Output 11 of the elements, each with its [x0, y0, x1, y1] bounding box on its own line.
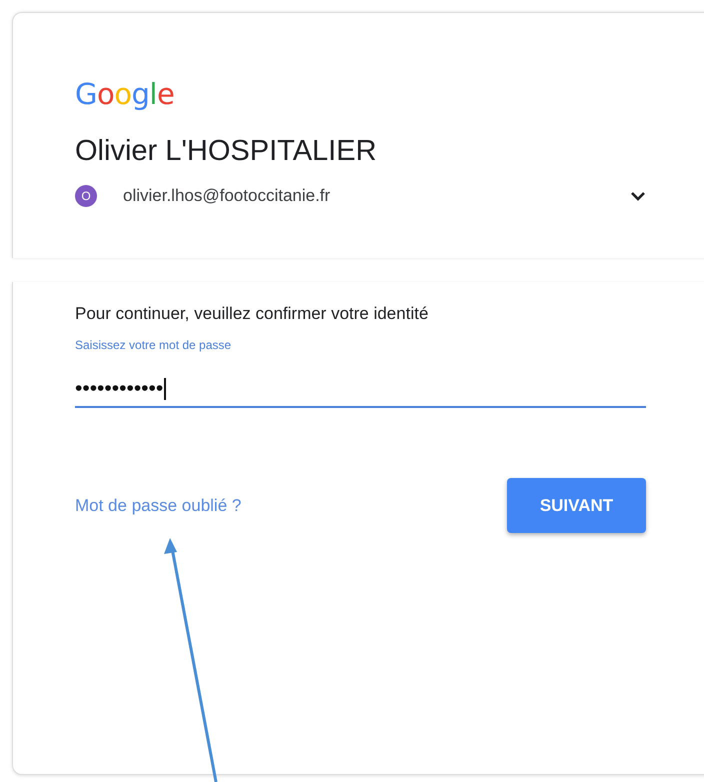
password-value: •••••••••••• — [75, 378, 166, 400]
account-name: Olivier L'HOSPITALIER — [75, 135, 377, 168]
avatar: O — [75, 185, 97, 207]
next-button[interactable]: SUIVANT — [507, 478, 646, 533]
forgot-password-link[interactable]: Mot de passe oublié ? — [75, 496, 242, 516]
prompt-text: Pour continuer, veuillez confirmer votre identité — [75, 304, 428, 324]
chevron-down-icon[interactable] — [630, 191, 646, 201]
password-field[interactable]: Saisissez votre mot de passe •••••••••••• — [75, 338, 646, 408]
google-logo: Google — [75, 77, 174, 111]
field-label: Saisissez votre mot de passe — [75, 338, 232, 352]
account-email: olivier.lhos@footoccitanie.fr — [123, 186, 330, 206]
